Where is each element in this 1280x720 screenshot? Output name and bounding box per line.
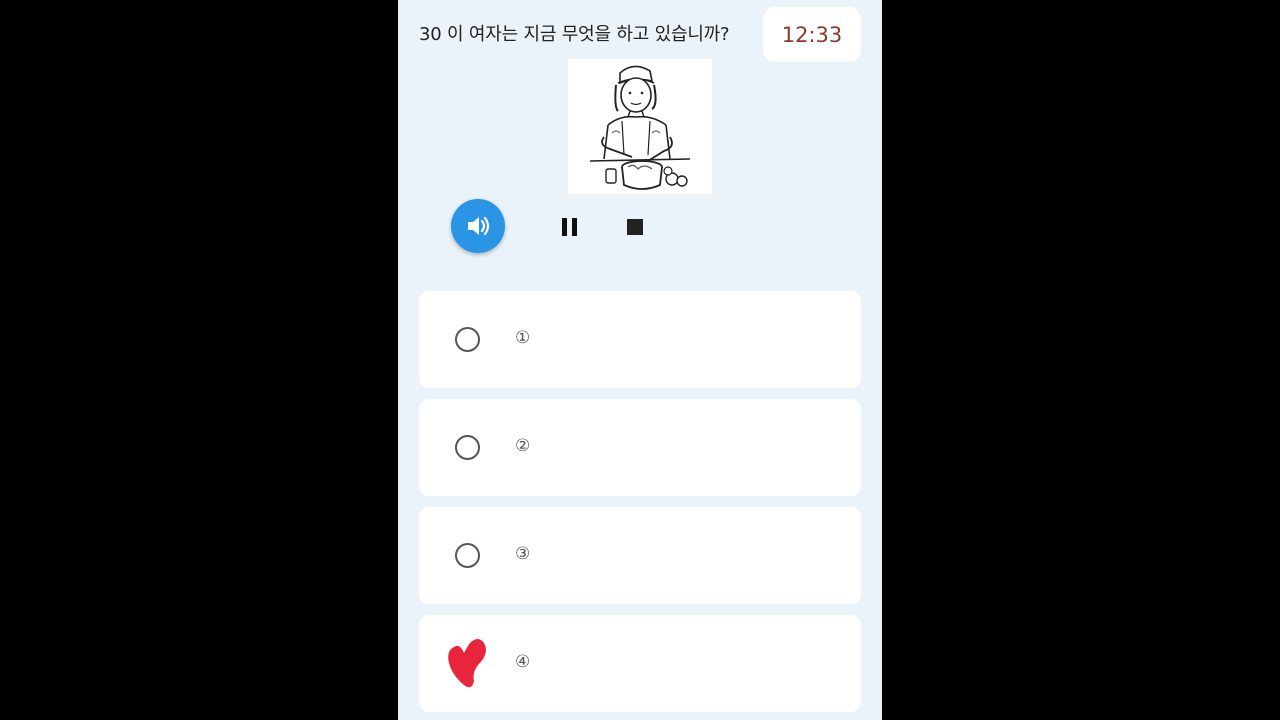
pause-icon: [562, 218, 577, 236]
answer-option-4[interactable]: ④: [419, 615, 861, 712]
heart-icon[interactable]: [444, 635, 492, 695]
answer-option-3[interactable]: ③: [419, 507, 861, 604]
answer-option-1[interactable]: ①: [419, 291, 861, 388]
stop-icon: [627, 219, 643, 235]
play-audio-button[interactable]: [451, 199, 505, 253]
radio-button-1[interactable]: [455, 327, 480, 352]
speaker-icon: [468, 216, 490, 236]
quiz-screen: 30 이 여자는 지금 무엇을 하고 있습니까? 12:33 ① ② ③ ④: [398, 0, 882, 720]
radio-button-3[interactable]: [455, 543, 480, 568]
option-label-2: ②: [515, 436, 531, 456]
answer-option-2[interactable]: ②: [419, 399, 861, 496]
woman-cooking-illustration: [568, 59, 712, 194]
option-label-3: ③: [515, 544, 531, 564]
timer-badge: 12:33: [763, 7, 861, 62]
illustration-drawing: [589, 65, 691, 190]
pause-button[interactable]: [555, 212, 585, 242]
stop-button[interactable]: [620, 212, 650, 242]
option-label-4: ④: [515, 652, 531, 672]
timer-value: 12:33: [781, 22, 843, 47]
radio-button-2[interactable]: [455, 435, 480, 460]
question-text: 30 이 여자는 지금 무엇을 하고 있습니까?: [419, 24, 730, 45]
option-label-1: ①: [515, 328, 531, 348]
